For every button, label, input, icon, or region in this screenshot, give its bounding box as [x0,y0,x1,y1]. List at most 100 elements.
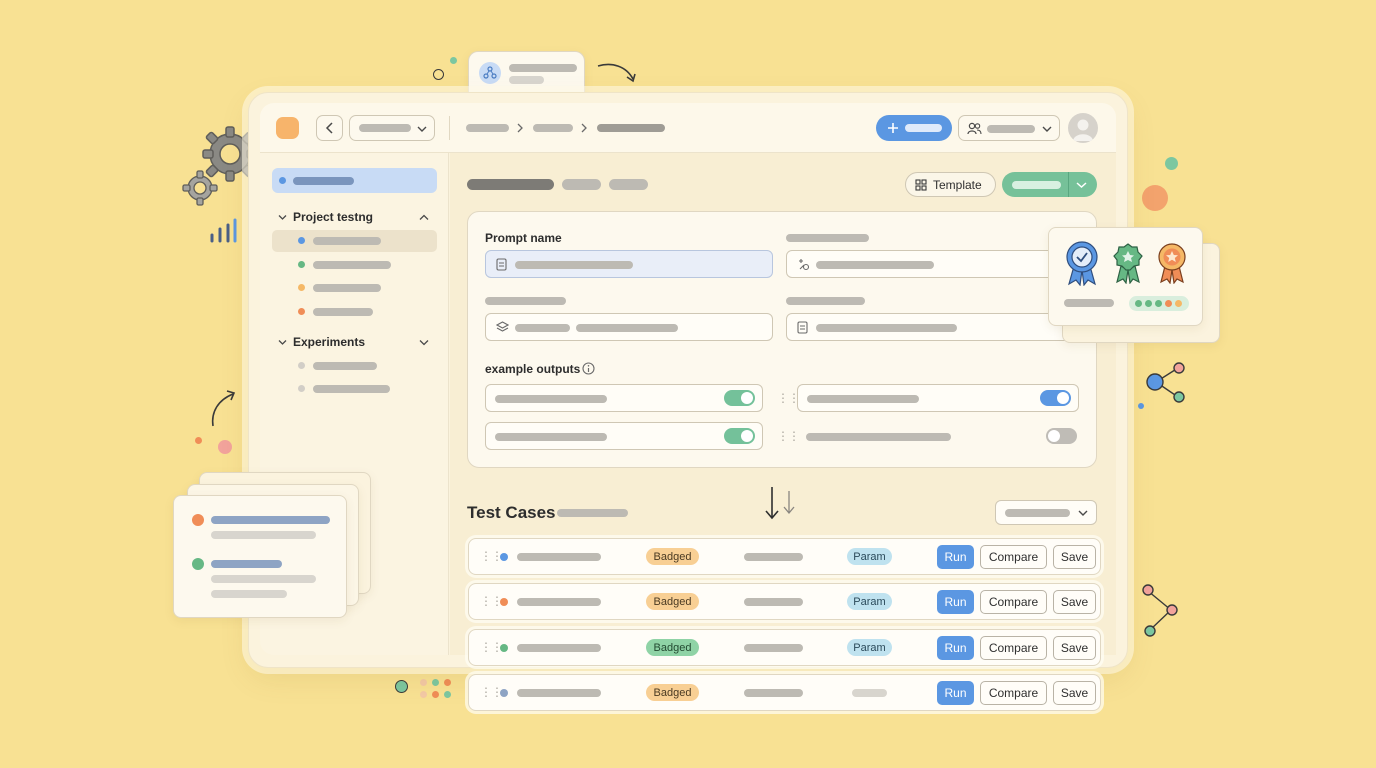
tab[interactable] [609,179,648,190]
decor-dot [1165,157,1178,170]
example-output-row[interactable] [797,384,1079,412]
drag-handle-icon[interactable]: ⋮⋮ [777,430,800,442]
dropdown-value [359,124,411,132]
template-grid-icon [915,178,927,191]
compare-button[interactable]: Compare [980,590,1047,614]
param-badge: Param [847,639,892,656]
sidebar-item-active[interactable] [272,168,437,193]
input-value [816,324,957,332]
status-dot [500,644,508,652]
test-case-row[interactable]: ⋮⋮ Badged Run Compare Save [468,674,1101,711]
compare-button[interactable]: Compare [980,545,1047,569]
decor-dot [218,440,232,454]
chevron-down-icon[interactable] [1076,181,1087,189]
decor-dot [433,69,444,80]
template-button[interactable]: Template [905,172,996,197]
card-line [211,516,330,524]
drag-handle-icon[interactable]: ⋮⋮ [480,595,503,607]
test-case-name [517,644,601,652]
save-button[interactable]: Save [1053,636,1096,660]
field-label [786,234,869,242]
chevron-right-icon [581,123,587,133]
status-dot [192,514,204,526]
test-case-row[interactable]: ⋮⋮ Badged Param Run Compare Save [468,629,1101,666]
input-value [816,261,934,269]
breadcrumb-item[interactable] [597,124,665,132]
example-output-row[interactable] [485,384,763,412]
sidebar-section-project[interactable]: Project testng [276,210,436,226]
chevron-down-icon [417,126,427,132]
run-button[interactable]: Run [937,681,974,705]
breadcrumb-item[interactable] [533,124,573,132]
sidebar-section-experiments[interactable]: Experiments [276,335,436,351]
input-value [576,324,678,332]
run-button[interactable]: Run [937,636,974,660]
share-network-icon [1138,362,1185,409]
page-title [467,179,554,190]
test-case-value [744,689,803,697]
field-label [786,297,865,305]
widget-placeholder [509,64,577,72]
back-button[interactable] [316,115,343,141]
test-case-name [517,598,601,606]
run-button[interactable]: Run [937,590,974,614]
breadcrumb [466,123,676,133]
breadcrumb-item[interactable] [466,124,509,132]
compare-button[interactable]: Compare [980,636,1047,660]
info-icon[interactable] [582,362,595,375]
param-badge: Param [847,548,892,565]
sidebar-item-label [293,177,354,185]
document-icon [496,258,507,271]
output-toggle[interactable] [1040,390,1071,406]
curved-arrow-icon [211,390,236,427]
status-badge: Badged [646,639,699,656]
save-button[interactable]: Save [1053,681,1096,705]
drag-handle-icon[interactable]: ⋮⋮ [480,641,503,653]
project-dropdown[interactable] [349,115,435,141]
widget-placeholder [509,76,544,84]
sparkle-icon [799,259,810,271]
output-toggle[interactable] [724,390,755,406]
text-field[interactable] [786,313,1079,341]
text-field[interactable] [786,250,1066,278]
status-badge: Badged [646,684,699,701]
text-field[interactable] [485,313,773,341]
split-action-button[interactable] [1002,172,1097,197]
share-network-icon [1142,584,1178,637]
output-toggle[interactable] [724,428,755,444]
drag-handle-icon[interactable]: ⋮⋮ [480,686,503,698]
sidebar-item-label [313,261,391,269]
sidebar-section-label: Experiments [293,335,366,349]
example-output-row[interactable] [485,422,763,450]
save-button[interactable]: Save [1053,545,1096,569]
save-button[interactable]: Save [1053,590,1096,614]
tab[interactable] [562,179,601,190]
avatar[interactable] [1068,113,1098,143]
chevron-down-icon [1078,510,1088,516]
test-case-row[interactable]: ⋮⋮ Badged Param Run Compare Save [468,538,1101,575]
prompt-name-input[interactable] [485,250,773,278]
decor-dot [450,57,457,64]
drag-handle-icon[interactable]: ⋮⋮ [480,550,503,562]
param-placeholder [852,689,887,697]
test-cases-title: Test Cases [467,503,556,522]
status-badge: Badged [646,548,699,565]
chevron-right-icon [517,123,523,133]
output-toggle[interactable] [1046,428,1077,444]
test-case-value [744,598,803,606]
status-dot [298,237,305,244]
users-dropdown[interactable] [958,115,1060,141]
compare-button[interactable]: Compare [980,681,1047,705]
status-badge: Badged [646,593,699,610]
run-button[interactable]: Run [937,545,974,569]
award-ribbon-icon [1158,243,1186,284]
add-button[interactable] [876,115,952,141]
filter-dropdown[interactable] [995,500,1097,525]
sidebar-item-label [313,308,373,316]
drag-handle-icon[interactable]: ⋮⋮ [777,392,800,404]
card-line [211,531,316,539]
test-case-row[interactable]: ⋮⋮ Badged Param Run Compare Save [468,583,1101,620]
status-dot [298,284,305,291]
status-dot [298,362,305,369]
chevron-up-icon [419,214,429,220]
